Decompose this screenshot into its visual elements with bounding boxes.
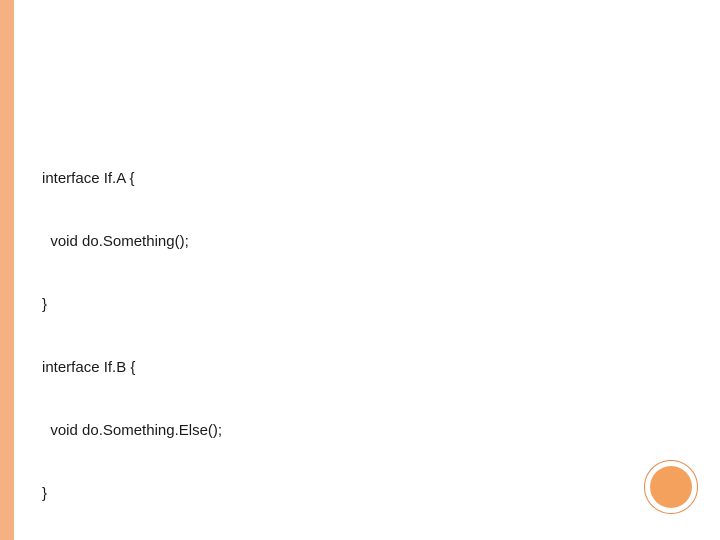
code-line: void do.Something(); xyxy=(42,231,682,252)
accent-left-bar xyxy=(0,0,14,540)
code-line: } xyxy=(42,294,682,315)
code-line: interface If.B { xyxy=(42,357,682,378)
code-line: interface If.A { xyxy=(42,168,682,189)
code-line: } xyxy=(42,483,682,504)
code-line: void do.Something.Else(); xyxy=(42,420,682,441)
code-block: interface If.A { void do.Something(); } … xyxy=(42,126,682,540)
slide-content: interface If.A { void do.Something(); } … xyxy=(14,0,720,540)
decorative-circle-fill xyxy=(650,466,692,508)
decorative-circle-icon xyxy=(644,460,698,514)
